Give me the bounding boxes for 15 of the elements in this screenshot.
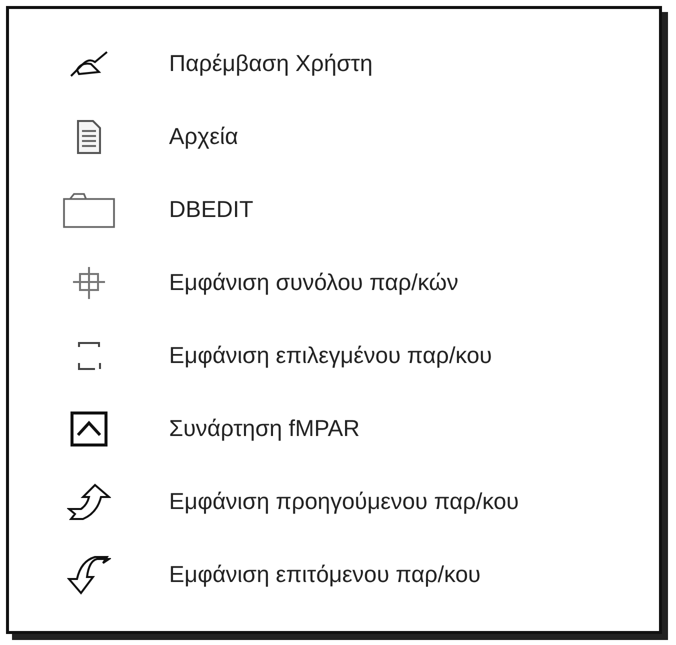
menu-item[interactable]: DBEDIT — [169, 196, 254, 223]
turn-up-arrow-icon — [67, 482, 111, 520]
menu-item[interactable]: Εμφάνιση συνόλου παρ/κών — [169, 269, 458, 296]
turn-down-arrow-icon — [67, 554, 111, 594]
caret-up-icon — [70, 410, 108, 446]
menu-item[interactable]: Εμφάνιση προηγούμενου παρ/κου — [169, 488, 519, 515]
menu-item[interactable]: Εμφάνιση επιτόμενου παρ/κου — [169, 561, 481, 588]
menu-item[interactable]: Παρέμβαση Χρήστη — [169, 50, 373, 77]
folder-icon — [62, 190, 116, 228]
menu-item[interactable]: Αρχεία — [169, 123, 238, 150]
crosshair-icon — [71, 264, 107, 300]
pen-hand-icon — [69, 50, 109, 78]
document-icon — [76, 118, 102, 154]
menu-item[interactable]: Συνάρτηση fMPAR — [169, 415, 360, 442]
menu-item[interactable]: Εμφάνιση επιλεγμένου παρ/κου — [169, 342, 492, 369]
